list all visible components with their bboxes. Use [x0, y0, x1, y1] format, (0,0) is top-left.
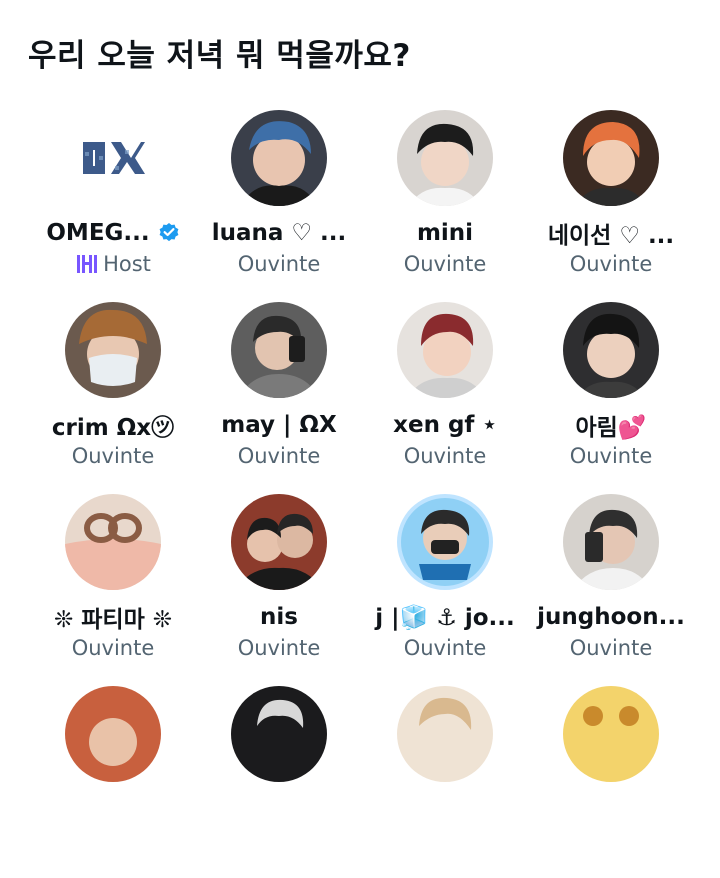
participant-role: Ouvinte: [237, 252, 321, 276]
participant-role: Ouvinte: [237, 636, 321, 660]
participant-role: Ouvinte: [569, 444, 653, 468]
participant-name: luana ♡ ...: [211, 220, 347, 246]
participant-name: may | ΩX: [221, 412, 337, 438]
verified-badge-icon: [158, 222, 180, 244]
participant[interactable]: [196, 686, 362, 878]
avatar: [65, 110, 161, 206]
avatar: [231, 494, 327, 590]
participant[interactable]: xen gf ⋆ Ouvinte: [362, 302, 528, 494]
participant-role: Ouvinte: [71, 636, 155, 660]
participant[interactable]: 네이선 ♡ ... Ouvinte: [528, 110, 694, 302]
avatar: [397, 494, 493, 590]
participant[interactable]: [362, 686, 528, 878]
host-icon: [75, 252, 99, 276]
participant[interactable]: [528, 686, 694, 878]
participant[interactable]: nis Ouvinte: [196, 494, 362, 686]
avatar: [65, 302, 161, 398]
space-title: 우리 오늘 저녁 뭐 먹을까요?: [28, 38, 411, 74]
participant-name: nis: [260, 604, 298, 630]
avatar: [563, 302, 659, 398]
participant-role: Ouvinte: [403, 636, 487, 660]
participant[interactable]: may | ΩX Ouvinte: [196, 302, 362, 494]
avatar: [231, 302, 327, 398]
participant[interactable]: 아림💕 Ouvinte: [528, 302, 694, 494]
participant[interactable]: mini Ouvinte: [362, 110, 528, 302]
participant-name: mini: [416, 220, 474, 246]
participant-role: Ouvinte: [569, 636, 653, 660]
participant[interactable]: [30, 686, 196, 878]
avatar: [231, 686, 327, 782]
participant-name: j |🧊 ⚓ jo...: [375, 604, 515, 631]
participant[interactable]: j |🧊 ⚓ jo... Ouvinte: [362, 494, 528, 686]
participants-grid: OMEG... Host luana ♡ ... Ouvinte mini Ou…: [0, 110, 720, 878]
avatar: [397, 302, 493, 398]
participant-role: Ouvinte: [71, 444, 155, 468]
participant-name: xen gf ⋆: [393, 412, 497, 438]
participant-name: OMEG...: [46, 220, 150, 246]
avatar: [397, 686, 493, 782]
avatar: [563, 686, 659, 782]
participant[interactable]: crim Ωx㋡ Ouvinte: [30, 302, 196, 494]
participant-role: Host: [103, 252, 151, 276]
avatar: [65, 686, 161, 782]
participant[interactable]: junghoon... Ouvinte: [528, 494, 694, 686]
avatar: [65, 494, 161, 590]
participant-role: Ouvinte: [237, 444, 321, 468]
participant-name: ❊ 파티마 ❊: [53, 607, 173, 633]
participant-name: 네이선 ♡ ...: [547, 223, 675, 249]
participant-role: Ouvinte: [403, 444, 487, 468]
avatar: [563, 110, 659, 206]
avatar: [563, 494, 659, 590]
participant-role: Ouvinte: [569, 252, 653, 276]
participant-name: junghoon...: [537, 604, 685, 630]
participant-host[interactable]: OMEG... Host: [30, 110, 196, 302]
avatar: [397, 110, 493, 206]
participant-name: crim Ωx㋡: [51, 415, 175, 441]
participant[interactable]: luana ♡ ... Ouvinte: [196, 110, 362, 302]
participant-name: 아림💕: [575, 415, 647, 441]
avatar: [231, 110, 327, 206]
participant-role: Ouvinte: [403, 252, 487, 276]
participant[interactable]: ❊ 파티마 ❊ Ouvinte: [30, 494, 196, 686]
